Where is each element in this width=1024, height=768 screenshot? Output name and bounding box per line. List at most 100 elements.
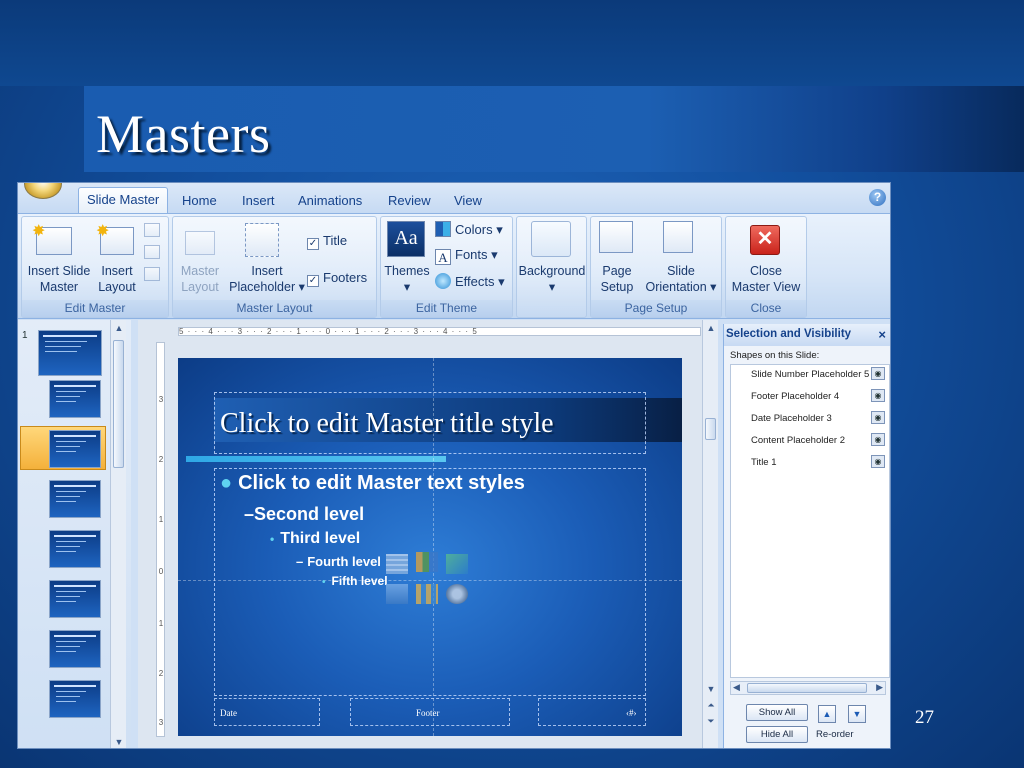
tab-slide-master[interactable]: Slide Master	[78, 187, 169, 214]
preserve-icon[interactable]	[144, 267, 160, 281]
scroll-right-icon[interactable]: ▶	[876, 682, 883, 693]
footers-checkbox[interactable]: ✓ Footers	[307, 270, 367, 287]
shape-item[interactable]: Footer Placeholder 4	[751, 391, 839, 402]
insert-clipart-icon[interactable]	[416, 584, 438, 604]
level-5-text[interactable]: • Fifth level	[322, 574, 388, 588]
insert-table-icon[interactable]	[386, 554, 408, 574]
scroll-down-icon[interactable]: ▼	[704, 684, 718, 694]
show-all-button[interactable]: Show All	[746, 704, 808, 721]
scroll-up-icon[interactable]: ▲	[112, 323, 126, 333]
group-close: ✕ Close Master View Close	[725, 216, 807, 318]
level-4-text[interactable]: – Fourth level	[296, 554, 381, 569]
star-icon: ✸	[32, 223, 46, 240]
title-placeholder-text[interactable]: Click to edit Master title style	[220, 408, 554, 440]
scroll-up-icon[interactable]: ▲	[704, 323, 718, 333]
tab-insert[interactable]: Insert	[234, 189, 283, 213]
eye-icon[interactable]: ◉	[871, 389, 885, 402]
previous-slide-icon[interactable]: ⏶	[704, 700, 718, 711]
eye-icon[interactable]: ◉	[871, 367, 885, 380]
master-layout-icon	[185, 231, 215, 255]
delete-icon[interactable]	[144, 223, 160, 237]
effects-button[interactable]: Effects ▾	[435, 273, 505, 290]
date-placeholder-text: Date	[220, 708, 237, 718]
content-placeholder[interactable]	[214, 468, 646, 696]
layout-thumbnail[interactable]	[49, 380, 101, 418]
fonts-icon: A	[435, 249, 451, 265]
layout-thumbnail[interactable]	[49, 680, 101, 718]
insert-media-icon[interactable]	[446, 584, 468, 604]
slide-title: Masters	[96, 104, 271, 164]
insert-smartart-icon[interactable]	[446, 554, 468, 574]
move-down-icon[interactable]: ▼	[848, 705, 866, 723]
shapes-list: Slide Number Placeholder 5 ◉ Footer Plac…	[730, 364, 890, 678]
effects-icon	[435, 273, 451, 289]
canvas-scrollbar[interactable]: ▲ ▼ ⏶ ⏷	[702, 320, 718, 748]
level-2-text[interactable]: –Second level	[244, 504, 364, 525]
master-layout-button[interactable]: Master Layout	[175, 263, 225, 295]
scroll-thumb[interactable]	[113, 340, 124, 468]
master-thumbnail[interactable]	[38, 330, 102, 376]
hide-all-button[interactable]: Hide All	[746, 726, 808, 743]
layout-thumbnail[interactable]	[49, 580, 101, 618]
tab-review[interactable]: Review	[380, 189, 439, 213]
rename-icon[interactable]	[144, 245, 160, 259]
page-number: 27	[915, 707, 934, 728]
selection-hscrollbar[interactable]: ◀ ▶	[730, 681, 886, 695]
insert-chart-icon[interactable]	[416, 552, 438, 572]
close-icon: ✕	[750, 225, 780, 255]
level-1-text[interactable]: ● Click to edit Master text styles	[220, 472, 525, 495]
ribbon-tabs: Slide Master Home Insert Animations Revi…	[18, 183, 890, 214]
background-styles-button[interactable]: Background ▾	[517, 263, 587, 295]
group-label: Close	[726, 300, 806, 317]
selection-pane-header: Selection and Visibility ×	[724, 324, 890, 346]
scroll-down-icon[interactable]: ▼	[112, 737, 126, 747]
page-setup-button[interactable]: Page Setup	[595, 263, 639, 295]
shape-item[interactable]: Content Placeholder 2	[751, 435, 845, 446]
insert-picture-icon[interactable]	[386, 584, 408, 604]
tab-view[interactable]: View	[446, 189, 490, 213]
tab-home[interactable]: Home	[174, 189, 225, 213]
layout-thumbnail[interactable]	[49, 630, 101, 668]
tab-animations[interactable]: Animations	[290, 189, 370, 213]
group-label: Page Setup	[591, 300, 721, 317]
insert-slide-master-button[interactable]: Insert Slide Master	[24, 263, 94, 295]
master-slide-canvas[interactable]: Click to edit Master title style ● Click …	[178, 358, 682, 736]
scroll-left-icon[interactable]: ◀	[733, 682, 740, 693]
group-edit-theme: Aa Themes ▾ Colors ▾ A Fonts ▾ Effects ▾ E…	[380, 216, 513, 318]
scroll-thumb[interactable]	[705, 418, 716, 440]
eye-icon[interactable]: ◉	[871, 411, 885, 424]
layout-thumbnail[interactable]	[49, 530, 101, 568]
scroll-thumb[interactable]	[747, 683, 867, 693]
colors-icon	[435, 221, 451, 237]
horizontal-ruler: 5 · · · 4 · · · 3 · · · 2 · · · 1 · · · …	[178, 327, 701, 336]
colors-button[interactable]: Colors ▾	[435, 221, 503, 238]
group-master-layout: Master Layout Insert Placeholder ▾ ✓ Title …	[172, 216, 377, 318]
close-master-view-button[interactable]: Close Master View	[726, 263, 806, 295]
vertical-ruler: 3210123	[156, 342, 165, 737]
thumbnail-pane: 1 ▲ ▼	[18, 320, 131, 748]
slide-orientation-button[interactable]: Slide Orientation ▾	[641, 263, 721, 295]
ribbon: ✸ Insert Slide Master ✸ Insert Layout Edit…	[18, 213, 890, 319]
themes-button[interactable]: Themes ▾	[383, 263, 431, 295]
eye-icon[interactable]: ◉	[871, 433, 885, 446]
shape-item[interactable]: Slide Number Placeholder 5	[751, 369, 869, 380]
close-pane-icon[interactable]: ×	[878, 327, 886, 342]
slide-number-text: ‹#›	[626, 708, 637, 718]
group-label: Edit Theme	[381, 300, 512, 317]
thumbnail-scrollbar[interactable]: ▲ ▼	[110, 320, 126, 748]
help-icon[interactable]: ?	[869, 189, 886, 206]
shape-item[interactable]: Date Placeholder 3	[751, 413, 832, 424]
shape-item[interactable]: Title 1	[751, 457, 777, 468]
title-checkbox[interactable]: ✓ Title	[307, 233, 347, 250]
insert-placeholder-button[interactable]: Insert Placeholder ▾	[227, 263, 307, 295]
insert-layout-button[interactable]: Insert Layout	[94, 263, 140, 295]
eye-icon[interactable]: ◉	[871, 455, 885, 468]
layout-thumbnail[interactable]	[49, 430, 101, 468]
move-up-icon[interactable]: ▲	[818, 705, 836, 723]
layout-thumbnail[interactable]	[49, 480, 101, 518]
group-label: Edit Master	[22, 300, 168, 317]
level-3-text[interactable]: • Third level	[270, 530, 360, 548]
slide-editing-area: 5 · · · 4 · · · 3 · · · 2 · · · 1 · · · …	[138, 320, 718, 748]
fonts-button[interactable]: A Fonts ▾	[435, 247, 498, 265]
next-slide-icon[interactable]: ⏷	[704, 716, 718, 727]
